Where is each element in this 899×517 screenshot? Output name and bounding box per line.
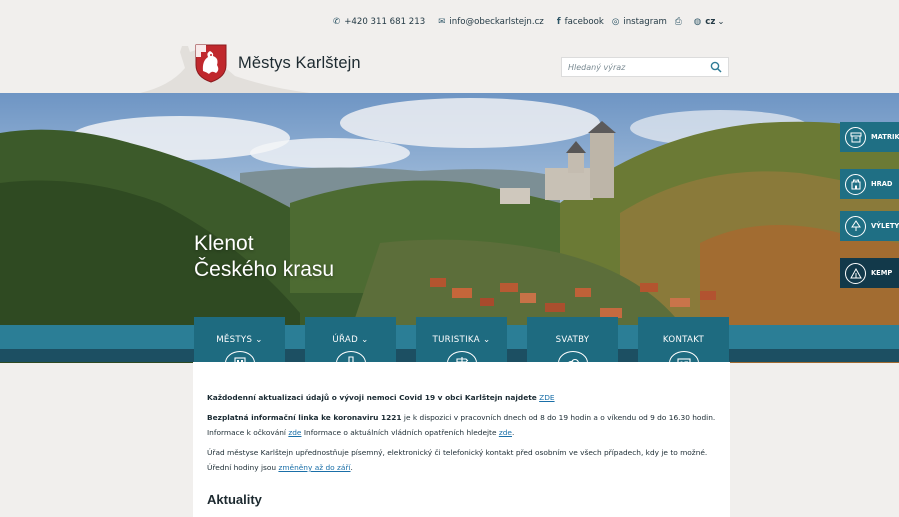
slogan-line-1: Klenot — [194, 232, 254, 255]
contact-bar: ✆ +420 311 681 213 ✉ info@obeckarlstejn.… — [333, 17, 733, 27]
printer-icon: ⎙ — [674, 17, 682, 27]
search-icon[interactable] — [710, 61, 722, 73]
globe-icon: ◍ — [693, 17, 702, 27]
castle-icon — [845, 173, 866, 195]
instagram-icon: ◎ — [611, 17, 620, 27]
email-text: info@obeckarlstejn.cz — [449, 17, 544, 27]
search-input[interactable] — [568, 62, 698, 72]
tree-icon — [845, 215, 866, 237]
facebook-text: facebook — [564, 17, 604, 27]
nav-label: MĚSTYS — [216, 335, 253, 345]
office-notice: Úřad městyse Karlštejn upřednostňuje pís… — [207, 447, 708, 473]
chevron-down-icon: ⌄ — [358, 335, 369, 345]
hotline-bold-text: Bezplatná informační linka ke koronaviru… — [207, 412, 402, 422]
phone-icon: ✆ — [333, 17, 341, 27]
nav-label: ÚŘAD — [332, 335, 359, 345]
facebook-icon: f — [556, 17, 561, 27]
phone-link[interactable]: ✆ +420 311 681 213 — [333, 17, 425, 27]
site-title: Městys Karlštejn — [238, 53, 361, 72]
side-button-label: KEMP — [871, 269, 893, 277]
hotline-notice: Bezplatná informační linka ke koronaviru… — [207, 412, 716, 438]
hero-slogan: Klenot Českého krasu — [194, 231, 334, 283]
home-logo-link[interactable]: Městys Karlštejn — [194, 43, 361, 83]
side-button-kemp[interactable]: KEMP — [840, 258, 899, 288]
side-button-hrad[interactable]: HRAD — [840, 169, 899, 199]
covid-link[interactable]: ZDE — [539, 393, 554, 402]
header: ✆ +420 311 681 213 ✉ info@obeckarlstejn.… — [0, 0, 899, 93]
measures-text: Informace o aktuálních vládních opatření… — [303, 428, 497, 437]
chevron-down-icon: ⌄ — [252, 335, 263, 345]
tent-icon — [845, 262, 866, 284]
side-button-matrika[interactable]: MATRIKA — [840, 122, 899, 152]
chevron-down-icon: ⌄ — [717, 17, 725, 27]
covid-notice: Každodenní aktualizaci údajů o vývoji ne… — [207, 390, 716, 406]
instagram-text: instagram — [623, 17, 667, 27]
nav-label: SVATBY — [555, 335, 590, 345]
office-hours-link[interactable]: změněny až do září — [278, 463, 350, 472]
phone-text: +420 311 681 213 — [344, 17, 426, 27]
search-box — [561, 57, 729, 77]
mail-icon: ✉ — [438, 17, 446, 27]
coat-of-arms-icon — [195, 44, 227, 83]
archive-box-icon — [845, 126, 866, 148]
nav-label: TURISTIKA — [432, 335, 480, 345]
main-content: Každodenní aktualizaci údajů o vývoji ne… — [193, 362, 730, 517]
email-link[interactable]: ✉ info@obeckarlstejn.cz — [438, 17, 544, 27]
vaccination-link[interactable]: zde — [288, 428, 301, 437]
covid-notice-text: Každodenní aktualizaci údajů o vývoji ne… — [207, 393, 537, 402]
measures-link[interactable]: zde — [499, 428, 512, 437]
side-button-vylety[interactable]: VÝLETY — [840, 211, 899, 241]
instagram-link[interactable]: ◎ instagram — [612, 17, 667, 27]
side-button-label: VÝLETY — [871, 222, 899, 230]
chevron-down-icon: ⌄ — [479, 335, 491, 345]
language-selector[interactable]: ◍ cz ⌄ — [694, 17, 725, 27]
language-label: cz — [705, 17, 716, 27]
facebook-link[interactable]: f facebook — [557, 17, 604, 27]
news-heading: Aktuality — [207, 491, 262, 507]
print-button[interactable]: ⎙ — [675, 17, 686, 27]
side-button-label: HRAD — [871, 180, 893, 188]
side-button-label: MATRIKA — [871, 133, 899, 141]
nav-label: KONTAKT — [662, 335, 705, 345]
slogan-line-2: Českého krasu — [194, 258, 335, 281]
